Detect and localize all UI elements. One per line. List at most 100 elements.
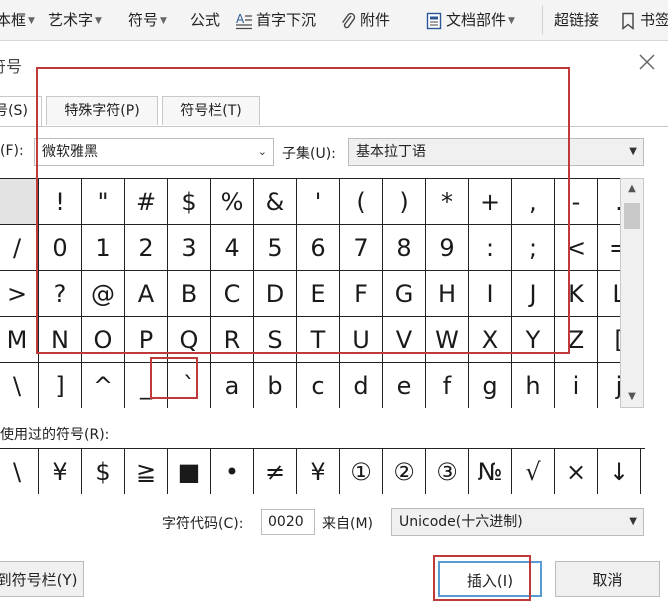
attachment-button[interactable]: 附件 bbox=[340, 8, 390, 32]
symbol-cell[interactable]: G bbox=[383, 271, 426, 317]
symbol-cell[interactable]: " bbox=[82, 179, 125, 225]
symbol-button[interactable]: 符号 ▼ bbox=[128, 8, 167, 32]
insert-button[interactable]: 插入(I) bbox=[438, 561, 542, 597]
recent-symbol-cell[interactable]: ① bbox=[340, 449, 383, 494]
recent-symbol-cell[interactable]: • bbox=[211, 449, 254, 494]
tab-symbols[interactable]: 号(S) bbox=[0, 96, 42, 127]
symbol-cell[interactable]: ; bbox=[512, 225, 555, 271]
wordart-button[interactable]: 艺术字 ▼ bbox=[48, 8, 102, 32]
symbol-cell[interactable]: X bbox=[469, 317, 512, 363]
symbol-cell[interactable]: ! bbox=[39, 179, 82, 225]
bookmark-button[interactable]: 书签 bbox=[620, 8, 668, 32]
symbol-cell[interactable]: Z bbox=[555, 317, 598, 363]
symbol-cell[interactable]: 8 bbox=[383, 225, 426, 271]
symbol-cell[interactable]: 1 bbox=[82, 225, 125, 271]
symbol-cell[interactable]: C bbox=[211, 271, 254, 317]
symbol-cell[interactable]: > bbox=[0, 271, 39, 317]
symbol-cell[interactable]: P bbox=[125, 317, 168, 363]
symbol-cell[interactable]: B bbox=[168, 271, 211, 317]
symbol-cell[interactable]: ) bbox=[383, 179, 426, 225]
symbol-cell[interactable]: e bbox=[383, 363, 426, 408]
subset-select[interactable]: 基本拉丁语 ▼ bbox=[348, 138, 644, 166]
symbol-cell[interactable] bbox=[0, 179, 39, 225]
symbol-cell[interactable]: U bbox=[340, 317, 383, 363]
symbol-cell[interactable]: W bbox=[426, 317, 469, 363]
formula-button[interactable]: 公式 bbox=[190, 8, 220, 32]
symbol-cell[interactable]: # bbox=[125, 179, 168, 225]
symbol-cell[interactable]: , bbox=[512, 179, 555, 225]
symbol-cell[interactable]: ? bbox=[39, 271, 82, 317]
symbol-cell[interactable]: . bbox=[598, 179, 620, 225]
symbol-cell[interactable]: ' bbox=[297, 179, 340, 225]
symbol-cell[interactable]: A bbox=[125, 271, 168, 317]
symbol-cell[interactable]: * bbox=[426, 179, 469, 225]
symbol-cell[interactable]: [ bbox=[598, 317, 620, 363]
symbol-cell[interactable]: O bbox=[82, 317, 125, 363]
symbol-cell[interactable]: 7 bbox=[340, 225, 383, 271]
symbol-cell[interactable]: ` bbox=[168, 363, 211, 408]
recent-symbol-cell[interactable]: \ bbox=[0, 449, 39, 494]
symbol-cell[interactable]: R bbox=[211, 317, 254, 363]
grid-scrollbar[interactable]: ▲ ▼ bbox=[620, 178, 644, 408]
from-select[interactable]: Unicode(十六进制) ▼ bbox=[391, 508, 644, 536]
symbol-cell[interactable]: F bbox=[340, 271, 383, 317]
symbol-cell[interactable]: M bbox=[0, 317, 39, 363]
scroll-up-icon[interactable]: ▲ bbox=[621, 179, 643, 199]
symbol-cell[interactable]: b bbox=[254, 363, 297, 408]
symbol-cell[interactable]: ] bbox=[39, 363, 82, 408]
symbol-cell[interactable]: Y bbox=[512, 317, 555, 363]
symbol-cell[interactable]: - bbox=[555, 179, 598, 225]
recent-symbol-cell[interactable]: ③ bbox=[426, 449, 469, 494]
symbol-cell[interactable]: 9 bbox=[426, 225, 469, 271]
charcode-input[interactable]: 0020 bbox=[261, 509, 315, 535]
symbol-cell[interactable]: L bbox=[598, 271, 620, 317]
symbol-cell[interactable]: K bbox=[555, 271, 598, 317]
symbol-cell[interactable]: % bbox=[211, 179, 254, 225]
symbol-cell[interactable]: a bbox=[211, 363, 254, 408]
recent-symbol-cell[interactable]: ↓ bbox=[598, 449, 641, 494]
symbol-cell[interactable]: \ bbox=[0, 363, 39, 408]
add-to-symbol-bar-button[interactable]: 到符号栏(Y) bbox=[0, 561, 84, 597]
symbol-cell[interactable]: / bbox=[0, 225, 39, 271]
symbol-cell[interactable]: 6 bbox=[297, 225, 340, 271]
symbol-cell[interactable]: 2 bbox=[125, 225, 168, 271]
symbol-cell[interactable]: 5 bbox=[254, 225, 297, 271]
symbol-cell[interactable]: I bbox=[469, 271, 512, 317]
symbol-cell[interactable]: g bbox=[469, 363, 512, 408]
recent-symbol-cell[interactable]: ¥ bbox=[39, 449, 82, 494]
scroll-down-icon[interactable]: ▼ bbox=[621, 387, 643, 407]
symbol-cell[interactable]: 0 bbox=[39, 225, 82, 271]
symbol-cell[interactable]: D bbox=[254, 271, 297, 317]
symbol-cell[interactable]: @ bbox=[82, 271, 125, 317]
symbol-cell[interactable]: 3 bbox=[168, 225, 211, 271]
dropcap-button[interactable]: A 首字下沉 bbox=[236, 8, 316, 32]
recent-symbol-cell[interactable]: ¥ bbox=[297, 449, 340, 494]
recent-symbol-cell[interactable]: ≧ bbox=[125, 449, 168, 494]
symbol-cell[interactable]: : bbox=[469, 225, 512, 271]
symbol-cell[interactable]: S bbox=[254, 317, 297, 363]
symbol-cell[interactable]: i bbox=[555, 363, 598, 408]
symbol-cell[interactable]: T bbox=[297, 317, 340, 363]
recent-symbol-cell[interactable]: № bbox=[469, 449, 512, 494]
symbol-cell[interactable]: h bbox=[512, 363, 555, 408]
textbox-button[interactable]: 本框 ▼ bbox=[0, 8, 35, 32]
symbol-cell[interactable]: E bbox=[297, 271, 340, 317]
recent-symbol-cell[interactable]: √ bbox=[512, 449, 555, 494]
symbol-cell[interactable]: $ bbox=[168, 179, 211, 225]
hyperlink-button[interactable]: 超链接 bbox=[554, 8, 599, 32]
symbol-cell[interactable]: < bbox=[555, 225, 598, 271]
scroll-thumb[interactable] bbox=[624, 203, 640, 229]
symbol-cell[interactable]: Q bbox=[168, 317, 211, 363]
symbol-cell[interactable]: = bbox=[598, 225, 620, 271]
symbol-cell[interactable]: J bbox=[512, 271, 555, 317]
symbol-cell[interactable]: j bbox=[598, 363, 620, 408]
recent-symbol-cell[interactable]: ■ bbox=[168, 449, 211, 494]
recent-symbol-cell[interactable]: × bbox=[555, 449, 598, 494]
font-select[interactable]: 微软雅黑 ⌄ bbox=[34, 138, 274, 166]
symbol-cell[interactable]: ^ bbox=[82, 363, 125, 408]
recent-symbol-cell[interactable]: ≠ bbox=[254, 449, 297, 494]
symbol-cell[interactable]: _ bbox=[125, 363, 168, 408]
cancel-button[interactable]: 取消 bbox=[555, 561, 660, 597]
symbol-cell[interactable]: + bbox=[469, 179, 512, 225]
symbol-cell[interactable]: f bbox=[426, 363, 469, 408]
